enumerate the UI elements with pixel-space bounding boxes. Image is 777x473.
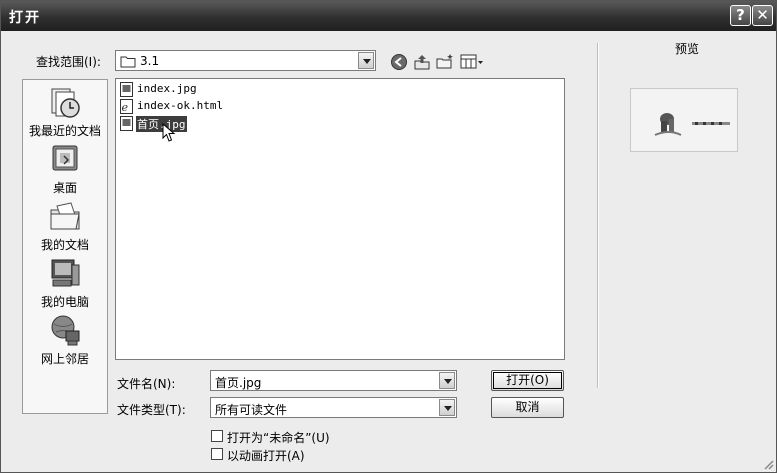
places-bar: 我最近的文档 桌面 我的文档 我的电脑 网上邻居 <box>22 79 108 414</box>
place-desktop[interactable]: 桌面 <box>23 143 107 196</box>
file-type-select[interactable]: 所有可读文件 <box>210 397 457 418</box>
close-button[interactable]: ✕ <box>752 5 773 26</box>
help-icon: ? <box>736 6 745 24</box>
place-network-places[interactable]: 网上邻居 <box>23 314 107 367</box>
my-documents-icon <box>50 202 80 230</box>
file-name-label: 文件名(N): <box>117 377 176 391</box>
cancel-button[interactable]: 取消 <box>491 397 564 418</box>
open-animated-label: 以动画打开(A) <box>227 449 305 463</box>
dialog-title: 打开 <box>9 10 41 26</box>
jpg-file-icon <box>120 116 133 131</box>
up-folder-icon[interactable] <box>413 53 431 71</box>
chevron-down-icon[interactable] <box>439 399 455 416</box>
look-in-value: 3.1 <box>140 54 160 68</box>
look-in-label: 查找范围(I): <box>36 55 101 69</box>
look-in-combo[interactable]: 3.1 <box>115 50 376 71</box>
divider <box>597 43 599 388</box>
place-label: 桌面 <box>52 181 77 195</box>
place-my-computer[interactable]: 我的电脑 <box>23 257 107 310</box>
place-label: 我最近的文档 <box>28 124 101 138</box>
open-button[interactable]: 打开(O) <box>491 370 564 391</box>
open-animated-checkbox[interactable] <box>211 448 223 460</box>
recent-documents-icon <box>51 88 80 118</box>
file-type-label: 文件类型(T): <box>117 403 186 417</box>
place-my-documents[interactable]: 我的文档 <box>23 200 107 253</box>
help-button[interactable]: ? <box>730 5 751 26</box>
back-icon[interactable] <box>390 53 408 71</box>
view-menu-icon[interactable] <box>460 53 484 71</box>
open-untitled-label: 打开为“未命名”(U) <box>227 431 330 445</box>
chevron-down-icon[interactable] <box>358 52 374 69</box>
preview-thumbnail <box>630 88 738 152</box>
folder-icon <box>120 56 136 68</box>
mouse-cursor-icon <box>162 123 176 142</box>
place-label: 我的文档 <box>40 238 89 252</box>
new-folder-icon[interactable] <box>436 53 454 71</box>
chevron-down-icon[interactable] <box>439 372 455 389</box>
place-label: 我的电脑 <box>40 295 89 309</box>
my-computer-icon <box>51 259 80 287</box>
file-name: index.jpg <box>137 82 197 95</box>
desktop-icon <box>52 145 78 171</box>
file-name-input[interactable]: 首页.jpg <box>215 374 261 391</box>
html-file-icon: e <box>120 99 133 114</box>
svg-text:e: e <box>122 101 129 114</box>
place-label: 网上邻居 <box>40 352 89 366</box>
preview-image <box>631 89 737 151</box>
file-type-value: 所有可读文件 <box>215 403 288 417</box>
resize-grip-icon[interactable] <box>762 458 774 470</box>
open-dialog: 打开 ? ✕ 查找范围(I): 3.1 我最近的文档 桌面 我的文档 我的电脑 … <box>0 0 777 473</box>
preview-label: 预览 <box>675 42 700 56</box>
place-recent-documents[interactable]: 我最近的文档 <box>23 86 107 139</box>
open-untitled-checkbox[interactable] <box>211 430 223 442</box>
jpg-file-icon <box>120 82 133 97</box>
file-list[interactable]: index.jpg e index-ok.html 首页.jpg <box>115 78 565 360</box>
file-name-combo[interactable]: 首页.jpg <box>210 370 457 391</box>
file-name: index-ok.html <box>137 99 224 112</box>
close-icon: ✕ <box>756 6 769 24</box>
network-places-icon <box>51 315 80 346</box>
title-bar[interactable]: 打开 ? ✕ <box>1 1 776 31</box>
